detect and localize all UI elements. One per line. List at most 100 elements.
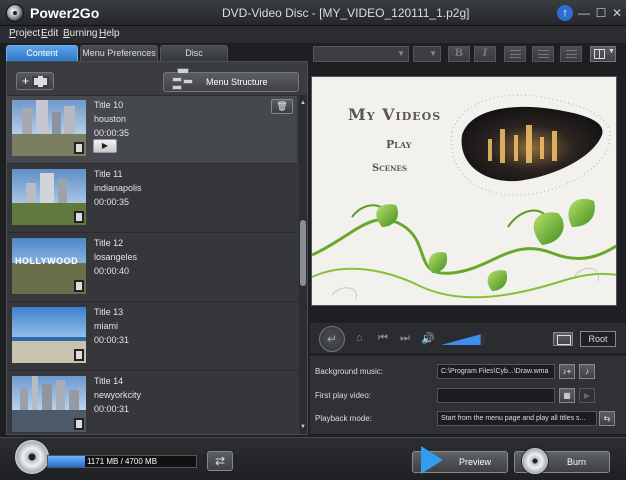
tab-content[interactable]: Content [6,45,78,61]
preview-button[interactable]: Preview [412,446,508,474]
app-name: Power2Go [30,5,100,21]
playback-mode-field[interactable]: Start from the menu page and play all ti… [437,411,597,426]
first-play-preview-button[interactable]: ▶ [579,388,595,403]
title-name: indianapolis [94,183,142,193]
content-toolbar: + Menu Structure [7,62,307,96]
content-panel: + Menu Structure Title 10 houston 00:00:… [6,61,308,435]
close-button[interactable]: ✕ [609,5,625,21]
bold-button[interactable]: B [448,46,470,62]
scroll-up-icon[interactable]: ▲ [299,100,307,106]
tree-structure-icon [172,68,194,92]
add-video-button[interactable]: + [16,72,54,90]
tab-disc-preferences[interactable]: Disc Preferences [160,45,228,73]
add-icon: + [22,74,30,88]
burn-disc-icon [521,447,549,475]
menu-settings-panel: Background music: C:\Program Files\Cyb..… [310,356,626,434]
italic-button[interactable]: I [474,46,496,62]
text-format-toolbar: ▼ ▼ B I [310,43,626,65]
preview-scenes-link[interactable]: Scenes [372,163,407,174]
add-music-button[interactable]: ♪+ [559,364,575,379]
title-list-scrollbar[interactable]: ▲ ▼ [299,96,307,434]
title-name: losangeles [94,252,138,262]
scroll-down-icon[interactable]: ▼ [299,424,307,430]
volume-icon[interactable]: 🔊 [421,332,435,345]
preview-controls: ↵ ⌂ ⏮ ⏭ 🔊 Root [310,323,626,353]
grid-icon [594,49,605,59]
layout-button[interactable]: ▼ [590,46,616,62]
align-right-button[interactable] [560,46,582,62]
window-title: DVD-Video Disc - [MY_VIDEO_120111_1.p2g] [222,6,470,20]
background-music-field[interactable]: C:\Program Files\Cyb...\Draw.wma [437,364,555,379]
title-list-item[interactable]: HOLLYWOOD Title 12 losangeles 00:00:40 [7,234,297,302]
title-list-item[interactable]: Title 14 newyorkcity 00:00:31 [7,372,297,434]
screen-icon[interactable] [553,332,573,346]
video-thumbnail [12,307,86,363]
menu-burning[interactable]: Burning [63,28,97,39]
burn-label: Burn [567,457,587,467]
video-thumbnail: HOLLYWOOD [12,238,86,294]
title-list-item[interactable]: Title 10 houston 00:00:35 ▶ 🗑 [7,96,297,164]
home-icon[interactable]: ⌂ [356,332,363,344]
title-name: houston [94,114,127,124]
title-number: Title 12 [94,238,124,248]
title-list: Title 10 houston 00:00:35 ▶ 🗑 Title 11 i… [7,96,299,434]
film-icon [74,211,84,223]
title-duration: 00:00:31 [94,404,130,414]
title-number: Title 14 [94,376,124,386]
tab-menu-preferences[interactable]: Menu Preferences [80,45,158,61]
volume-slider[interactable] [441,333,485,345]
first-play-video-field[interactable] [437,388,555,403]
first-play-video-label: First play video: [315,391,372,400]
disc-icon [14,439,50,475]
capacity-text: 1171 MB / 4700 MB [86,457,158,466]
preview-play-link[interactable]: Play [386,138,411,151]
back-button[interactable]: ↵ [319,326,345,352]
font-family-dropdown[interactable]: ▼ [313,46,409,62]
maximize-button[interactable]: ☐ [593,5,609,21]
align-center-icon [538,50,549,58]
font-size-dropdown[interactable]: ▼ [413,46,441,62]
film-icon [74,142,84,154]
title-number: Title 11 [94,169,123,179]
title-list-item[interactable]: Title 11 indianapolis 00:00:35 [7,165,297,233]
film-icon [74,418,84,430]
title-name: miami [94,321,118,331]
film-icon [74,349,84,361]
hollywood-sign-text: HOLLYWOOD [15,256,79,266]
disc-switch-button[interactable]: ⇄ [207,451,233,471]
next-icon[interactable]: ⏭ [400,332,410,345]
title-number: Title 10 [94,100,124,110]
title-list-item[interactable]: Title 13 miami 00:00:31 [7,303,297,371]
film-icon [74,280,84,292]
play-button[interactable]: ▶ [93,139,117,153]
playback-mode-button[interactable]: ⇆ [599,411,615,426]
video-thumbnail [12,169,86,225]
align-center-button[interactable] [532,46,554,62]
title-name: newyorkcity [94,390,142,400]
menu-project[interactable]: Project [9,28,40,39]
minimize-button[interactable]: — [576,5,592,21]
menu-help[interactable]: Help [99,28,120,39]
add-first-play-button[interactable]: ▦ [559,388,575,403]
menu-structure-button[interactable]: Menu Structure [163,68,299,92]
preview-label: Preview [459,457,492,467]
film-icon [32,76,49,87]
music-settings-button[interactable]: ♪ [579,364,595,379]
root-button[interactable]: Root [580,331,616,347]
disc-capacity-meter: 1171 MB / 4700 MB [47,455,197,468]
background-music-label: Background music: [315,367,384,376]
burn-button[interactable]: Burn [514,447,610,475]
video-thumbnail [12,376,86,432]
menu-structure-label: Menu Structure [206,77,268,87]
menu-bar: Project Edit Burning Help [0,26,626,43]
scroll-thumb[interactable] [300,220,306,286]
menu-edit[interactable]: Edit [41,28,58,39]
align-left-button[interactable] [504,46,526,62]
chevron-down-icon: ▼ [608,48,615,55]
menu-preview: My Videos Play Scenes [311,76,617,306]
delete-button[interactable]: 🗑 [271,99,293,114]
align-left-icon [510,50,521,58]
app-logo-icon [6,4,24,22]
update-icon[interactable]: ↑ [557,5,573,21]
previous-icon[interactable]: ⏮ [378,332,388,345]
